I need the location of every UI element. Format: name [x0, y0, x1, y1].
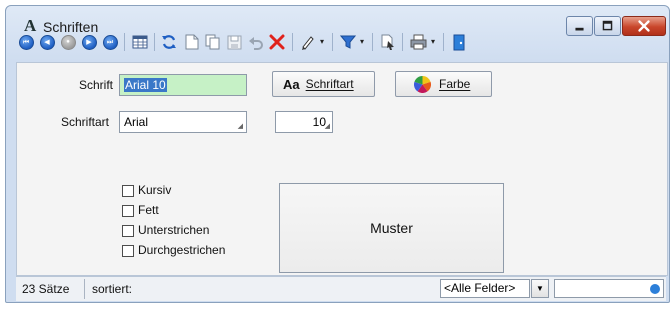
- refresh-icon: [162, 35, 176, 49]
- search-go-icon[interactable]: [649, 283, 661, 295]
- copy-record-button[interactable]: [203, 31, 223, 53]
- field-filter-arrow[interactable]: ▼: [531, 279, 549, 298]
- delete-button[interactable]: [267, 31, 287, 53]
- select-button[interactable]: [378, 31, 398, 53]
- print-icon: [410, 34, 426, 50]
- copy-icon: [205, 34, 220, 50]
- last-record-icon: ⏭: [102, 34, 118, 50]
- resize-grip-icon: ◢: [324, 123, 330, 130]
- kursiv-label: Kursiv: [138, 183, 172, 197]
- font-aa-icon: Aa: [283, 76, 300, 92]
- schriftart-value: Arial: [124, 115, 149, 129]
- font-preview-box: Muster: [279, 183, 504, 273]
- fett-checkbox[interactable]: [122, 205, 134, 217]
- filter-icon: [340, 35, 356, 49]
- stop-button[interactable]: ●: [58, 31, 78, 53]
- schriftart-button-label: Schriftart: [305, 77, 354, 91]
- next-record-button[interactable]: ▶: [79, 31, 99, 53]
- exit-door-icon: [453, 34, 465, 50]
- chevron-down-icon: ▼: [536, 284, 544, 293]
- save-button[interactable]: [224, 31, 244, 53]
- table-view-button[interactable]: [130, 31, 150, 53]
- farbe-button-label: Farbe: [439, 77, 471, 91]
- schrift-label: Schrift: [79, 78, 114, 92]
- schriftart-label: Schriftart: [61, 115, 110, 129]
- previous-record-icon: ◀: [39, 34, 55, 50]
- save-icon: [227, 35, 241, 49]
- sort-status: sortiert:: [92, 282, 133, 296]
- filter-dropdown-icon[interactable]: ▾: [360, 31, 364, 53]
- document-cursor-icon: [381, 34, 394, 50]
- durchgestrichen-label: Durchgestrichen: [138, 243, 226, 257]
- durchgestrichen-checkbox[interactable]: [122, 245, 134, 257]
- unterstrichen-checkbox[interactable]: [122, 225, 134, 237]
- field-filter-dropdown[interactable]: <Alle Felder>: [440, 279, 530, 298]
- print-dropdown-icon[interactable]: ▾: [431, 31, 435, 53]
- font-form-panel: Schrift Arial 10 Aa Schriftart Farbe Sch…: [16, 62, 668, 276]
- filter-button[interactable]: [338, 31, 358, 53]
- pen-icon: [302, 36, 314, 50]
- record-count: 23 Sätze: [22, 282, 70, 296]
- preview-text: Muster: [370, 220, 413, 236]
- fett-label: Fett: [138, 203, 159, 217]
- window: A Schriften ⏮ ◀ ● ▶ ⏭ ▾ ▾ ▾ Schrift Aria…: [5, 5, 670, 303]
- schrift-field[interactable]: Arial 10: [119, 74, 247, 96]
- schriftart-button[interactable]: Aa Schriftart: [272, 71, 375, 97]
- quick-search-input[interactable]: [554, 279, 664, 298]
- last-record-button[interactable]: ⏭: [100, 31, 120, 53]
- status-bar: 23 Sätze sortiert: <Alle Felder> ▼: [16, 276, 666, 301]
- toolbar-separator: [154, 33, 155, 51]
- exit-button[interactable]: [449, 31, 469, 53]
- toolbar-separator: [292, 33, 293, 51]
- delete-icon: [269, 34, 285, 50]
- toolbar-separator: [402, 33, 403, 51]
- undo-button[interactable]: [246, 31, 266, 53]
- toolbar-separator: [372, 33, 373, 51]
- first-record-icon: ⏮: [18, 34, 34, 50]
- stop-icon: ●: [60, 34, 76, 50]
- unterstrichen-label: Unterstrichen: [138, 223, 210, 237]
- toolbar: ⏮ ◀ ● ▶ ⏭ ▾ ▾ ▾: [16, 31, 656, 57]
- first-record-button[interactable]: ⏮: [16, 31, 36, 53]
- color-wheel-icon: [414, 75, 431, 93]
- farbe-button[interactable]: Farbe: [395, 71, 492, 97]
- kursiv-checkbox[interactable]: [122, 185, 134, 197]
- font-size-field[interactable]: 10 ◢: [275, 111, 333, 133]
- edit-tools-button[interactable]: [298, 31, 318, 53]
- schriftart-dropdown[interactable]: Arial ◢: [119, 111, 247, 133]
- schrift-value: Arial 10: [124, 78, 167, 92]
- field-filter-value: <Alle Felder>: [444, 281, 516, 295]
- toolbar-separator: [443, 33, 444, 51]
- edit-tools-dropdown-icon[interactable]: ▾: [320, 31, 324, 53]
- table-icon: [132, 35, 148, 49]
- toolbar-separator: [332, 33, 333, 51]
- new-document-icon: [185, 34, 199, 50]
- new-record-button[interactable]: [182, 31, 202, 53]
- print-button[interactable]: [408, 31, 428, 53]
- status-separator: [84, 279, 85, 299]
- next-record-icon: ▶: [81, 34, 97, 50]
- previous-record-button[interactable]: ◀: [37, 31, 57, 53]
- undo-icon: [249, 36, 263, 50]
- refresh-button[interactable]: [159, 31, 179, 53]
- toolbar-separator: [124, 33, 125, 51]
- resize-grip-icon: ◢: [237, 123, 243, 130]
